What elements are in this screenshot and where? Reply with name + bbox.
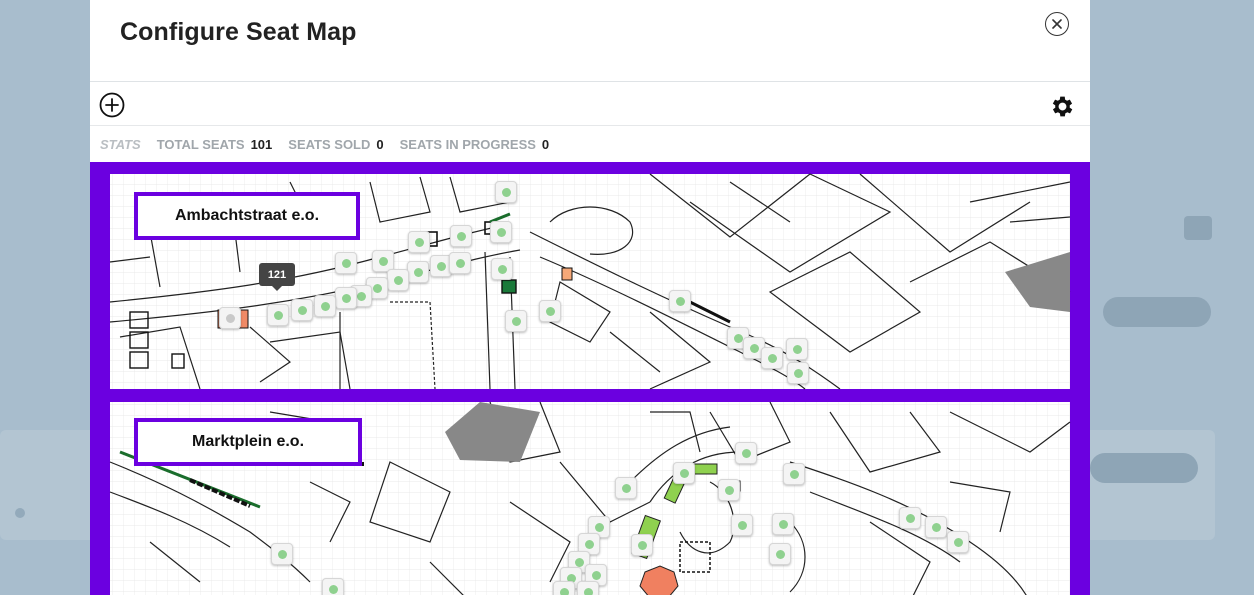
seat-unavailable[interactable] bbox=[219, 307, 241, 329]
close-button[interactable] bbox=[1045, 12, 1069, 36]
seat[interactable] bbox=[335, 252, 357, 274]
toolbar-divider bbox=[90, 125, 1090, 126]
stats-bar: STATS TOTAL SEATS 101 SEATS SOLD 0 SEATS… bbox=[100, 136, 565, 152]
seat[interactable] bbox=[783, 463, 805, 485]
seats-sold-label: SEATS SOLD bbox=[288, 136, 371, 152]
map-toolbar bbox=[90, 82, 1090, 126]
seat[interactable] bbox=[669, 290, 691, 312]
seat[interactable] bbox=[495, 181, 517, 203]
seat[interactable] bbox=[449, 252, 471, 274]
seat[interactable] bbox=[335, 287, 357, 309]
seats-in-progress-label: SEATS IN PROGRESS bbox=[399, 136, 536, 152]
seat[interactable] bbox=[786, 338, 808, 360]
seat[interactable] bbox=[267, 304, 289, 326]
seats-in-progress-value: 0 bbox=[541, 136, 550, 152]
seat[interactable] bbox=[899, 507, 921, 529]
background-icon bbox=[1184, 216, 1212, 240]
background-button bbox=[1090, 453, 1198, 483]
seat[interactable] bbox=[731, 514, 753, 536]
seat-tooltip: 121 bbox=[259, 263, 295, 291]
settings-button[interactable] bbox=[1049, 93, 1076, 120]
seat[interactable] bbox=[505, 310, 527, 332]
seat[interactable] bbox=[673, 462, 695, 484]
seat[interactable] bbox=[539, 300, 561, 322]
seat[interactable] bbox=[769, 543, 791, 565]
seat[interactable] bbox=[577, 581, 599, 595]
seat[interactable] bbox=[553, 581, 575, 595]
configure-seat-map-dialog: Configure Seat Map STATS TOTAL SEATS 101… bbox=[90, 0, 1090, 595]
seat[interactable] bbox=[387, 269, 409, 291]
add-button[interactable] bbox=[99, 92, 125, 118]
seat[interactable] bbox=[631, 534, 653, 556]
seats-sold-value: 0 bbox=[376, 136, 384, 152]
background-button bbox=[1103, 297, 1211, 327]
total-seats-label: TOTAL SEATS bbox=[156, 136, 245, 152]
seat[interactable] bbox=[772, 513, 794, 535]
dialog-title: Configure Seat Map bbox=[120, 18, 357, 46]
seat[interactable] bbox=[787, 362, 809, 384]
seat[interactable] bbox=[735, 442, 757, 464]
plus-circle-icon bbox=[99, 92, 125, 118]
seat[interactable] bbox=[615, 477, 637, 499]
close-icon bbox=[1052, 19, 1062, 29]
total-seats-value: 101 bbox=[250, 136, 273, 152]
seat[interactable] bbox=[407, 261, 429, 283]
seat[interactable] bbox=[490, 221, 512, 243]
area-label-ambachtstraat: Ambachtstraat e.o. bbox=[134, 192, 360, 240]
seat[interactable] bbox=[491, 258, 513, 280]
seat[interactable] bbox=[314, 295, 336, 317]
seat[interactable] bbox=[718, 479, 740, 501]
area-label-marktplein: Marktplein e.o. bbox=[134, 418, 362, 466]
seat[interactable] bbox=[408, 231, 430, 253]
seat[interactable] bbox=[450, 225, 472, 247]
seat-map-canvas[interactable]: Ambachtstraat e.o. Marktplein e.o. 121 bbox=[90, 162, 1090, 595]
background-dot bbox=[15, 508, 25, 518]
seat[interactable] bbox=[925, 516, 947, 538]
stats-heading: STATS bbox=[100, 136, 141, 152]
seat[interactable] bbox=[271, 543, 293, 565]
seat[interactable] bbox=[947, 531, 969, 553]
seat[interactable] bbox=[291, 299, 313, 321]
seat[interactable] bbox=[761, 347, 783, 369]
seat[interactable] bbox=[322, 578, 344, 595]
gear-icon bbox=[1052, 96, 1073, 117]
